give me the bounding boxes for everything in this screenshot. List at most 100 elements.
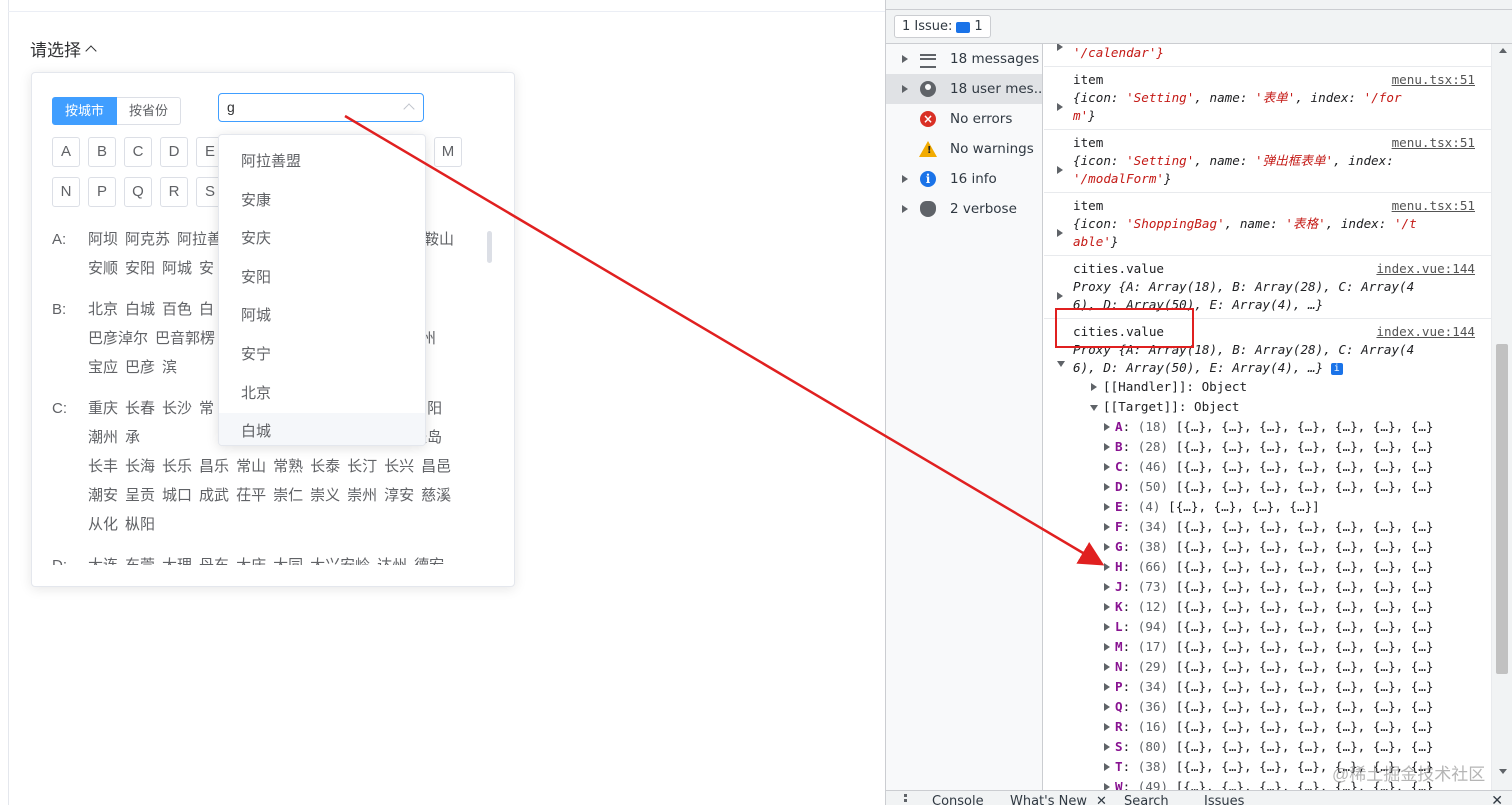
tab-issues[interactable]: Issues — [1204, 794, 1244, 805]
dropdown-option[interactable]: 安康 — [219, 182, 425, 221]
close-icon[interactable]: ✕ — [1096, 794, 1107, 805]
message-body[interactable]: '/calendar'} — [1057, 44, 1491, 62]
city-link[interactable]: 大兴安岭 — [310, 551, 370, 565]
dropdown-option[interactable]: 安庆 — [219, 220, 425, 259]
city-link[interactable]: 重庆 — [88, 394, 118, 423]
city-link[interactable]: 长海 — [125, 452, 155, 481]
letter-button[interactable]: M — [434, 137, 462, 167]
city-link[interactable]: 枞阳 — [125, 510, 155, 539]
caret-right-icon[interactable] — [1104, 723, 1110, 731]
tree-node[interactable]: D: (50) [{…}, {…}, {…}, {…}, {…}, {…}, {… — [1073, 477, 1491, 497]
city-link[interactable]: 潮州 — [88, 423, 118, 452]
tree-node[interactable]: Q: (36) [{…}, {…}, {…}, {…}, {…}, {…}, {… — [1073, 697, 1491, 717]
city-link[interactable]: 大同 — [273, 551, 303, 565]
city-link[interactable]: 长丰 — [88, 452, 118, 481]
city-link[interactable]: 达州 — [377, 551, 407, 565]
scroll-down-icon[interactable] — [1499, 769, 1507, 774]
caret-right-icon[interactable] — [1104, 783, 1110, 790]
tree-node[interactable]: N: (29) [{…}, {…}, {…}, {…}, {…}, {…}, {… — [1073, 657, 1491, 677]
sidebar-filter-item[interactable]: i 16 info — [886, 164, 1042, 194]
dropdown-option[interactable]: 白城 — [219, 413, 425, 445]
city-link[interactable]: 崇义 — [310, 481, 340, 510]
caret-right-icon[interactable] — [1104, 643, 1110, 651]
letter-button[interactable]: C — [124, 137, 152, 167]
popover-scrollbar[interactable] — [487, 231, 492, 263]
city-link[interactable]: 巴音郭楞 — [155, 324, 215, 353]
tree-node[interactable]: T: (38) [{…}, {…}, {…}, {…}, {…}, {…}, {… — [1073, 757, 1491, 777]
city-link[interactable]: 城口 — [162, 481, 192, 510]
tree-node[interactable]: A: (18) [{…}, {…}, {…}, {…}, {…}, {…}, {… — [1073, 417, 1491, 437]
caret-right-icon[interactable] — [902, 205, 908, 213]
city-link[interactable]: 大连 — [88, 551, 118, 565]
city-link[interactable]: 常山 — [236, 452, 266, 481]
tree-node[interactable]: P: (34) [{…}, {…}, {…}, {…}, {…}, {…}, {… — [1073, 677, 1491, 697]
tab-console[interactable]: Console — [932, 794, 984, 805]
dropdown-option[interactable]: 阿拉善盟 — [219, 143, 425, 182]
caret-right-icon[interactable] — [1104, 623, 1110, 631]
city-link[interactable]: 长汀 — [347, 452, 377, 481]
city-link[interactable]: 德宏 — [414, 551, 444, 565]
target-node[interactable]: [[Target]]: Object — [1073, 397, 1491, 417]
tab-by-city[interactable]: 按城市 — [52, 97, 118, 125]
dropdown-option[interactable]: 安阳 — [219, 259, 425, 298]
caret-right-icon[interactable] — [1104, 743, 1110, 751]
city-link[interactable]: 从化 — [88, 510, 118, 539]
letter-button[interactable]: D — [160, 137, 188, 167]
sidebar-filter-item[interactable]: 2 verbose — [886, 194, 1042, 224]
letter-button[interactable]: Q — [124, 177, 152, 207]
city-link[interactable]: 昌邑 — [421, 452, 451, 481]
close-drawer-icon[interactable]: ✕ — [1491, 793, 1503, 805]
city-link[interactable]: 常 — [199, 394, 214, 423]
city-link[interactable]: 崇仁 — [273, 481, 303, 510]
city-link[interactable]: 慈溪 — [421, 481, 451, 510]
city-link[interactable]: 茌平 — [236, 481, 266, 510]
city-link[interactable]: 阿克苏 — [125, 225, 170, 254]
city-link[interactable]: 鞍山 — [424, 225, 454, 254]
message-body[interactable]: {icon: 'Setting', name: '弹出框表单', index: '… — [1057, 152, 1491, 188]
caret-right-icon[interactable] — [1104, 503, 1110, 511]
city-link[interactable]: 安顺 — [88, 254, 118, 283]
city-link[interactable]: 成武 — [199, 481, 229, 510]
caret-right-icon[interactable] — [1104, 563, 1110, 571]
source-link[interactable]: menu.tsx:51 — [1392, 71, 1475, 89]
caret-right-icon[interactable] — [1104, 523, 1110, 531]
city-link[interactable]: 滨 — [162, 353, 177, 382]
letter-button[interactable]: A — [52, 137, 80, 167]
source-link[interactable]: index.vue:144 — [1376, 260, 1475, 278]
sidebar-filter-item[interactable]: ! No warnings — [886, 134, 1042, 164]
city-link[interactable]: 东莞 — [125, 551, 155, 565]
city-link[interactable]: 大庆 — [236, 551, 266, 565]
city-link[interactable] — [186, 423, 218, 452]
tree-node[interactable]: R: (16) [{…}, {…}, {…}, {…}, {…}, {…}, {… — [1073, 717, 1491, 737]
tree-node[interactable]: J: (73) [{…}, {…}, {…}, {…}, {…}, {…}, {… — [1073, 577, 1491, 597]
caret-right-icon[interactable] — [1104, 763, 1110, 771]
tree-node[interactable]: G: (38) [{…}, {…}, {…}, {…}, {…}, {…}, {… — [1073, 537, 1491, 557]
caret-right-icon[interactable] — [1104, 663, 1110, 671]
console-scrollbar[interactable] — [1491, 44, 1512, 790]
dropdown-option[interactable]: 阿城 — [219, 297, 425, 336]
city-link[interactable] — [147, 423, 179, 452]
letter-button[interactable]: R — [160, 177, 188, 207]
tree-node[interactable]: W: (49) [{…}, {…}, {…}, {…}, {…}, {…}, {… — [1073, 777, 1491, 790]
city-link[interactable]: 长乐 — [162, 452, 192, 481]
caret-right-icon[interactable] — [1104, 683, 1110, 691]
tree-node[interactable]: M: (17) [{…}, {…}, {…}, {…}, {…}, {…}, {… — [1073, 637, 1491, 657]
city-link[interactable]: 长沙 — [162, 394, 192, 423]
caret-right-icon[interactable] — [1057, 166, 1063, 174]
source-link[interactable]: menu.tsx:51 — [1392, 197, 1475, 215]
city-link[interactable]: 常熟 — [273, 452, 303, 481]
city-link[interactable]: 呈贡 — [125, 481, 155, 510]
caret-right-icon[interactable] — [902, 175, 908, 183]
sidebar-filter-item[interactable]: 18 messages — [886, 44, 1042, 74]
picker-trigger[interactable]: 请选择 — [30, 36, 97, 61]
caret-right-icon[interactable] — [902, 55, 908, 63]
caret-right-icon[interactable] — [1057, 229, 1063, 237]
sidebar-filter-item[interactable]: × No errors — [886, 104, 1042, 134]
caret-right-icon[interactable] — [1104, 463, 1110, 471]
issues-button[interactable]: 1 Issue: 1 — [894, 15, 991, 38]
city-link[interactable]: 北京 — [88, 295, 118, 324]
tree-node[interactable]: K: (12) [{…}, {…}, {…}, {…}, {…}, {…}, {… — [1073, 597, 1491, 617]
caret-right-icon[interactable] — [1104, 543, 1110, 551]
city-link[interactable]: 阿城 — [162, 254, 192, 283]
tree-node[interactable]: F: (34) [{…}, {…}, {…}, {…}, {…}, {…}, {… — [1073, 517, 1491, 537]
